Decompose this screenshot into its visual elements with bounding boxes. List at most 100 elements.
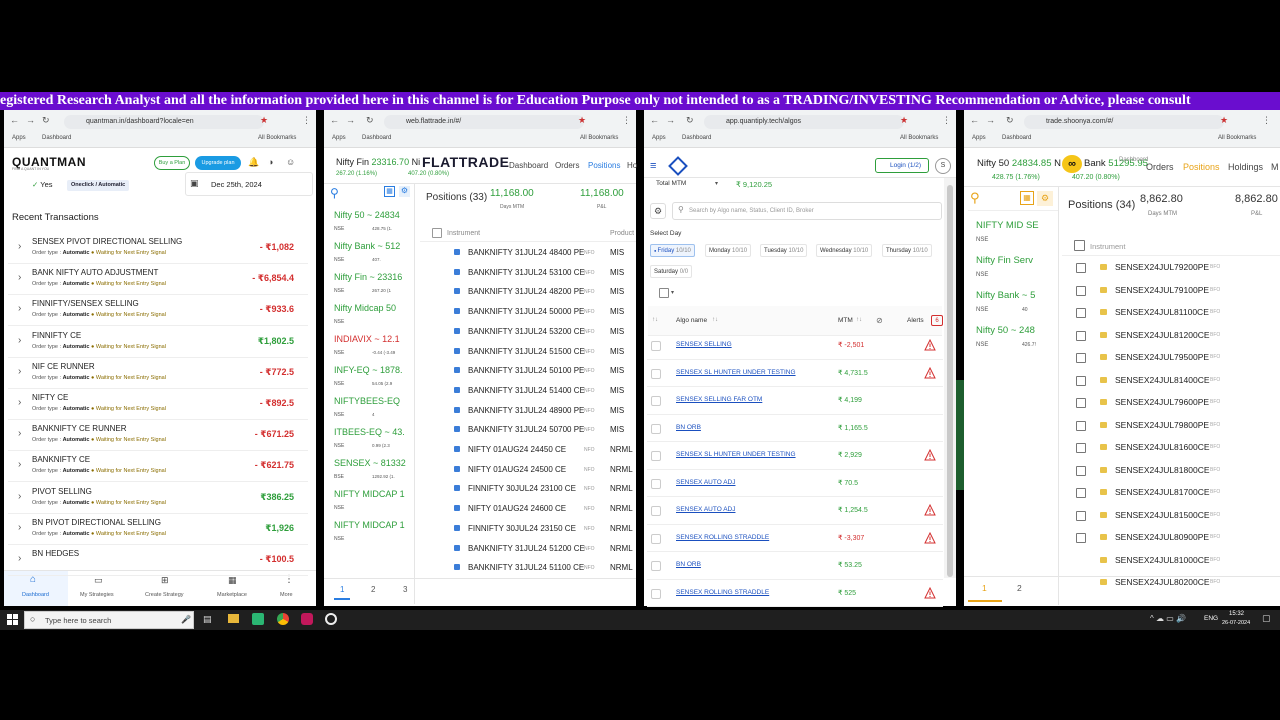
chevron-right-icon[interactable]: › bbox=[18, 522, 21, 533]
row-checkbox[interactable] bbox=[1076, 443, 1086, 453]
nav-dashboard[interactable]: Dashboard bbox=[509, 161, 548, 170]
all-bookmarks[interactable]: All Bookmarks bbox=[580, 135, 618, 141]
app-icon[interactable] bbox=[252, 613, 264, 625]
row-checkbox[interactable] bbox=[1076, 285, 1086, 296]
col-algo-name[interactable]: Algo name bbox=[676, 317, 707, 324]
algo-name[interactable]: SENSEX SL HUNTER UNDER TESTING bbox=[676, 369, 796, 376]
chevron-right-icon[interactable]: › bbox=[18, 428, 21, 439]
position-row[interactable]: BANKNIFTY 31JUL24 48200 PE NFO MIS bbox=[428, 283, 634, 303]
watchlist-item[interactable]: NIFTY MIDCAP 1 NSE bbox=[330, 518, 410, 557]
nav-positions[interactable]: Positions bbox=[1183, 162, 1220, 172]
position-row[interactable]: SENSEX24JUL81200CE BFO bbox=[1066, 326, 1280, 349]
sort-icon[interactable]: ↑↓ bbox=[652, 317, 658, 323]
dashboard-bookmark[interactable]: Dashboard bbox=[1002, 135, 1031, 141]
position-row[interactable]: SENSEX24JUL81800CE BFO bbox=[1066, 461, 1280, 484]
position-row[interactable]: BANKNIFTY 31JUL24 48400 PE NFO MIS bbox=[428, 244, 634, 264]
settings-icon[interactable]: ⚙ bbox=[1037, 191, 1053, 206]
forward-icon[interactable]: → bbox=[986, 115, 995, 125]
reload-icon[interactable]: ↻ bbox=[1006, 115, 1014, 126]
row-checkbox[interactable] bbox=[1076, 308, 1086, 318]
algo-row[interactable]: SENSEX ROLLING STRADDLE ₹ 525 bbox=[647, 580, 943, 607]
task-view-icon[interactable]: ▤ bbox=[203, 614, 212, 625]
position-row[interactable]: BANKNIFTY 31JUL24 51400 CE NFO MIS bbox=[428, 382, 634, 402]
hamburger-icon[interactable]: ≡ bbox=[650, 160, 656, 172]
nav-orders[interactable]: Orders bbox=[555, 161, 579, 170]
row-checkbox[interactable] bbox=[651, 588, 661, 599]
position-row[interactable]: SENSEX24JUL79100PE BFO bbox=[1066, 281, 1280, 304]
position-row[interactable]: BANKNIFTY 31JUL24 53200 CE NFO MIS bbox=[428, 323, 634, 343]
chevron-right-icon[interactable]: › bbox=[18, 553, 21, 564]
chevron-right-icon[interactable]: › bbox=[18, 335, 21, 346]
row-checkbox[interactable] bbox=[651, 396, 661, 406]
all-bookmarks[interactable]: All Bookmarks bbox=[900, 135, 938, 141]
position-row[interactable]: BANKNIFTY 31JUL24 48900 PE NFO MIS bbox=[428, 402, 634, 422]
transaction-row[interactable]: › PIVOT SELLING Order type : Automatic ● W… bbox=[8, 484, 308, 514]
dashboard-bookmark[interactable]: Dashboard bbox=[362, 135, 391, 141]
row-checkbox[interactable] bbox=[651, 423, 661, 434]
eye-off-icon[interactable]: ⊘ bbox=[876, 316, 883, 325]
page-1[interactable]: 1 bbox=[982, 583, 987, 593]
warning-icon[interactable] bbox=[924, 448, 936, 461]
select-all-checkbox[interactable] bbox=[432, 228, 442, 238]
watchlist-item[interactable]: Nifty 50 ~ 248 NSE 426.7! bbox=[972, 323, 1060, 358]
position-row[interactable]: SENSEX24JUL81100CE BFO bbox=[1066, 303, 1280, 326]
row-checkbox[interactable] bbox=[651, 561, 661, 571]
transaction-row[interactable]: › BANK NIFTY AUTO ADJUSTMENT Order type : … bbox=[8, 265, 308, 296]
algo-name[interactable]: SENSEX SELLING FAR OTM bbox=[676, 396, 762, 403]
position-row[interactable]: BANKNIFTY 31JUL24 51200 CE NFO NRML bbox=[428, 540, 634, 560]
watchlist-item[interactable]: NIFTY MID SE NSE bbox=[972, 218, 1060, 253]
row-checkbox[interactable] bbox=[1076, 420, 1086, 431]
clock-date[interactable]: 26-07-2024 bbox=[1222, 620, 1250, 626]
chevron-right-icon[interactable]: › bbox=[18, 366, 21, 377]
algo-name[interactable]: BN ORB bbox=[676, 424, 701, 431]
apps-bookmark[interactable]: Apps bbox=[12, 135, 26, 141]
nav-more[interactable]: M bbox=[1271, 162, 1279, 172]
nav-positions[interactable]: Positions bbox=[588, 161, 620, 170]
warning-icon[interactable] bbox=[924, 531, 936, 543]
transaction-row[interactable]: › FINNIFTY/SENSEX SELLING Order type : Aut… bbox=[8, 296, 308, 327]
menu-icon[interactable]: ⋮ bbox=[302, 115, 311, 126]
sort-icon[interactable]: ↑↓ bbox=[712, 317, 718, 323]
settings-icon[interactable]: ⚙ bbox=[399, 186, 410, 197]
nav-more[interactable]: More bbox=[280, 592, 293, 598]
scrollbar-thumb[interactable] bbox=[947, 185, 953, 577]
position-row[interactable]: SENSEX24JUL80900PE BFO bbox=[1066, 528, 1280, 551]
forward-icon[interactable]: → bbox=[26, 115, 35, 125]
row-checkbox[interactable] bbox=[1076, 375, 1086, 386]
grid-icon[interactable]: ▦ bbox=[1020, 191, 1034, 205]
row-checkbox[interactable] bbox=[651, 506, 661, 516]
forward-icon[interactable]: → bbox=[666, 115, 675, 125]
nav-dashboard[interactable]: Dashboard bbox=[22, 592, 49, 598]
algo-row[interactable]: SENSEX AUTO ADJ ₹ 70.5 bbox=[647, 470, 943, 497]
record-icon[interactable] bbox=[325, 613, 337, 625]
clock-time[interactable]: 15:32 bbox=[1229, 611, 1244, 617]
taskbar-search-input[interactable]: ○ Type here to search 🎤 bbox=[24, 611, 194, 629]
col-mtm[interactable]: MTM bbox=[838, 317, 853, 324]
avatar[interactable]: S bbox=[935, 158, 951, 174]
position-row[interactable]: BANKNIFTY 31JUL24 53100 CE NFO MIS bbox=[428, 264, 634, 284]
day-pill[interactable]: Monday 10/10 bbox=[705, 244, 752, 257]
tray-icons[interactable]: ^ ☁ ▭ 🔊 bbox=[1150, 614, 1186, 623]
transaction-row[interactable]: › NIF CE RUNNER Order type : Automatic ● W… bbox=[8, 359, 308, 389]
warning-icon[interactable] bbox=[924, 586, 936, 598]
apps-bookmark[interactable]: Apps bbox=[972, 135, 986, 141]
star-icon[interactable]: ★ bbox=[260, 115, 268, 126]
star-icon[interactable]: ★ bbox=[1220, 115, 1228, 126]
row-checkbox[interactable] bbox=[1076, 465, 1086, 476]
settings-icon[interactable]: ⚙ bbox=[650, 203, 666, 219]
nav-my-strategies[interactable]: My Strategies bbox=[80, 592, 114, 598]
position-row[interactable]: BANKNIFTY 31JUL24 50100 PE NFO MIS bbox=[428, 362, 634, 382]
search-icon[interactable]: ⚲ bbox=[970, 190, 980, 206]
row-checkbox[interactable] bbox=[1076, 330, 1086, 341]
mic-icon[interactable]: 🎤 bbox=[181, 615, 191, 624]
algo-row[interactable]: SENSEX AUTO ADJ ₹ 1,254.5 bbox=[647, 497, 943, 525]
row-checkbox[interactable] bbox=[651, 341, 661, 351]
grid-icon[interactable]: ▦ bbox=[384, 186, 395, 197]
algo-name[interactable]: SENSEX ROLLING STRADDLE bbox=[676, 534, 769, 541]
day-pill[interactable]: Wednesday 10/10 bbox=[816, 244, 873, 257]
all-bookmarks[interactable]: All Bookmarks bbox=[258, 135, 296, 141]
buy-plan-button[interactable]: Buy a Plan bbox=[154, 156, 190, 170]
position-row[interactable]: SENSEX24JUL81600CE BFO bbox=[1066, 438, 1280, 461]
address-bar[interactable]: quantman.in/dashboard?locale=en bbox=[64, 115, 264, 129]
file-explorer-icon[interactable] bbox=[228, 614, 239, 623]
